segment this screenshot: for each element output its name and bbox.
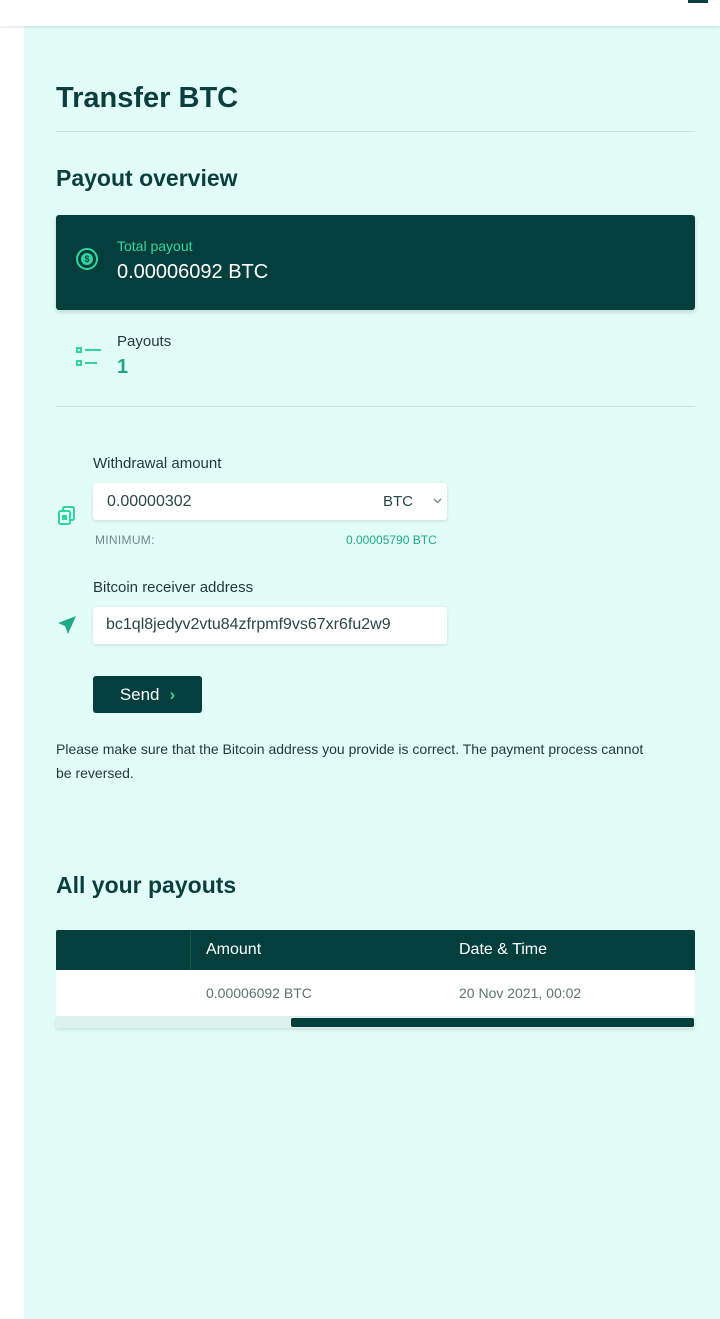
send-button[interactable]: Send › bbox=[93, 676, 202, 713]
chevron-right-icon: › bbox=[169, 684, 176, 704]
hamburger-icon[interactable] bbox=[688, 0, 708, 3]
stack-icon bbox=[58, 506, 75, 525]
scrollbar-thumb[interactable] bbox=[291, 1018, 694, 1027]
receiver-address-label: Bitcoin receiver address bbox=[93, 579, 254, 596]
column-header-amount: Amount bbox=[206, 941, 262, 958]
send-button-label: Send bbox=[119, 684, 160, 704]
divider bbox=[56, 406, 695, 407]
withdrawal-amount-label: Withdrawal amount bbox=[93, 455, 222, 472]
top-bar bbox=[0, 0, 720, 26]
payout-amount: 0.00006092 BTC bbox=[206, 985, 312, 1001]
payouts-label: Payouts bbox=[117, 333, 172, 350]
withdrawal-amount-input[interactable]: 0.00000302 BTC bbox=[93, 483, 447, 520]
warning-text: Please make sure that the Bitcoin addres… bbox=[56, 741, 644, 781]
horizontal-scrollbar[interactable] bbox=[56, 1016, 695, 1028]
payout-datetime: 20 Nov 2021, 00:02 bbox=[459, 985, 582, 1001]
total-payout-label: Total payout bbox=[117, 238, 193, 254]
receiver-address-input[interactable]: bc1ql8jedyv2vtu84zfrpmf9vs67xr6fu2w9 bbox=[93, 607, 447, 644]
minimum-value: 0.00005790 BTC bbox=[346, 533, 437, 547]
table-row: 0.00006092 BTC 20 Nov 2021, 00:02 bbox=[56, 970, 695, 1016]
minimum-label: MINIMUM: bbox=[95, 533, 155, 547]
all-payouts-heading: All your payouts bbox=[56, 872, 237, 898]
column-header-date-time: Date & Time bbox=[459, 941, 548, 958]
chevron-down-icon[interactable] bbox=[433, 498, 442, 504]
coin-icon: $ bbox=[76, 248, 98, 270]
withdrawal-amount-value: 0.00000302 bbox=[107, 493, 192, 510]
total-payout-value: 0.00006092 BTC bbox=[117, 261, 269, 283]
send-arrow-icon bbox=[58, 616, 76, 634]
table-header: Amount Date & Time bbox=[56, 930, 695, 970]
currency-select[interactable]: BTC bbox=[383, 493, 413, 510]
receiver-address-value: bc1ql8jedyv2vtu84zfrpmf9vs67xr6fu2w9 bbox=[106, 616, 391, 633]
payouts-count: 1 bbox=[117, 356, 129, 378]
page-title: Transfer BTC bbox=[56, 82, 239, 114]
total-payout-card: $ Total payout 0.00006092 BTC bbox=[56, 215, 695, 310]
payout-overview-heading: Payout overview bbox=[56, 165, 238, 191]
divider bbox=[56, 131, 695, 132]
list-icon bbox=[76, 346, 102, 370]
